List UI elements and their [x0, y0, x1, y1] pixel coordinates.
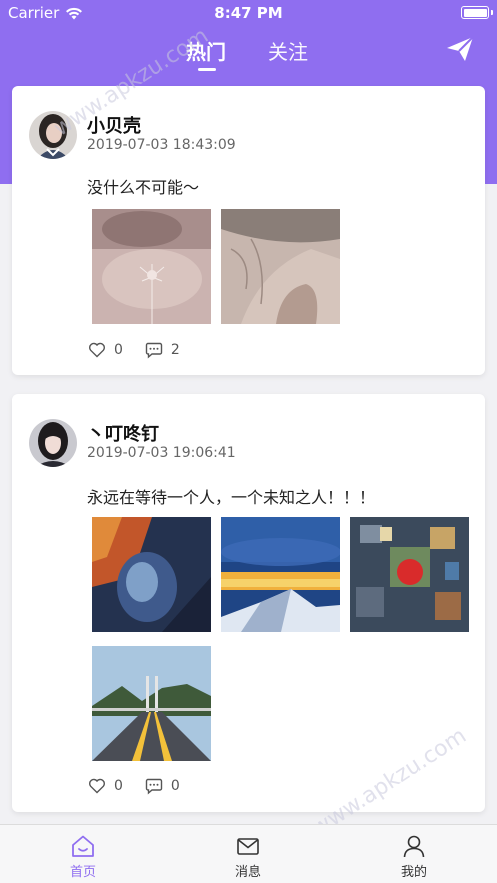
post-timestamp: 2019-07-03 19:06:41: [87, 445, 236, 461]
post-card[interactable]: 小贝壳 2019-07-03 18:43:09 没什么不可能～ 0 2: [12, 86, 485, 375]
tab-me-label: 我的: [400, 865, 427, 880]
like-button[interactable]: 0: [88, 777, 123, 795]
tab-follow[interactable]: 关注: [268, 36, 308, 65]
post-text: 永远在等待一个人，一个未知之人！！！: [87, 488, 376, 507]
like-count: 0: [114, 342, 123, 358]
comment-button[interactable]: 0: [145, 777, 180, 795]
post-photo[interactable]: [92, 517, 211, 632]
comment-icon: [145, 778, 163, 795]
top-nav: 热门 关注: [0, 30, 497, 74]
bottom-tab-bar: 首页 消息 我的: [0, 824, 497, 883]
post-actions: 0 2: [88, 341, 202, 359]
status-time: 8:47 PM: [214, 4, 283, 22]
tab-messages[interactable]: 消息: [218, 833, 278, 880]
home-icon: [72, 835, 94, 857]
like-button[interactable]: 0: [88, 341, 123, 359]
post-photo[interactable]: [350, 517, 469, 632]
avatar[interactable]: [29, 111, 77, 159]
tab-messages-label: 消息: [234, 865, 261, 880]
post-photo[interactable]: [221, 517, 340, 632]
post-photo[interactable]: [92, 646, 211, 761]
mail-icon: [237, 838, 259, 855]
post-username[interactable]: 小贝壳: [87, 112, 141, 138]
tab-hot[interactable]: 热门: [186, 36, 226, 65]
like-count: 0: [114, 778, 123, 794]
post-username[interactable]: 丶叮咚钉: [87, 420, 159, 446]
heart-icon: [89, 778, 105, 794]
post-photo[interactable]: [221, 209, 340, 324]
status-bar: Carrier 8:47 PM: [0, 0, 497, 26]
send-icon[interactable]: [445, 34, 475, 64]
post-card[interactable]: 丶叮咚钉 2019-07-03 19:06:41 永远在等待一个人，一个未知之人…: [12, 394, 485, 812]
heart-icon: [89, 342, 105, 358]
tab-home-label: 首页: [69, 865, 96, 880]
post-photo[interactable]: [92, 209, 211, 324]
avatar[interactable]: [29, 419, 77, 467]
post-text: 没什么不可能～: [87, 178, 200, 197]
battery-icon: [461, 6, 489, 19]
comment-count: 0: [170, 778, 180, 794]
active-tab-indicator: [198, 68, 216, 71]
comment-button[interactable]: 2: [145, 341, 180, 359]
comment-count: 2: [170, 342, 180, 358]
post-timestamp: 2019-07-03 18:43:09: [87, 137, 236, 153]
comment-icon: [145, 342, 163, 359]
user-icon: [403, 835, 425, 858]
tab-me[interactable]: 我的: [384, 833, 444, 880]
post-actions: 0 0: [88, 777, 202, 795]
tab-home[interactable]: 首页: [53, 833, 113, 880]
